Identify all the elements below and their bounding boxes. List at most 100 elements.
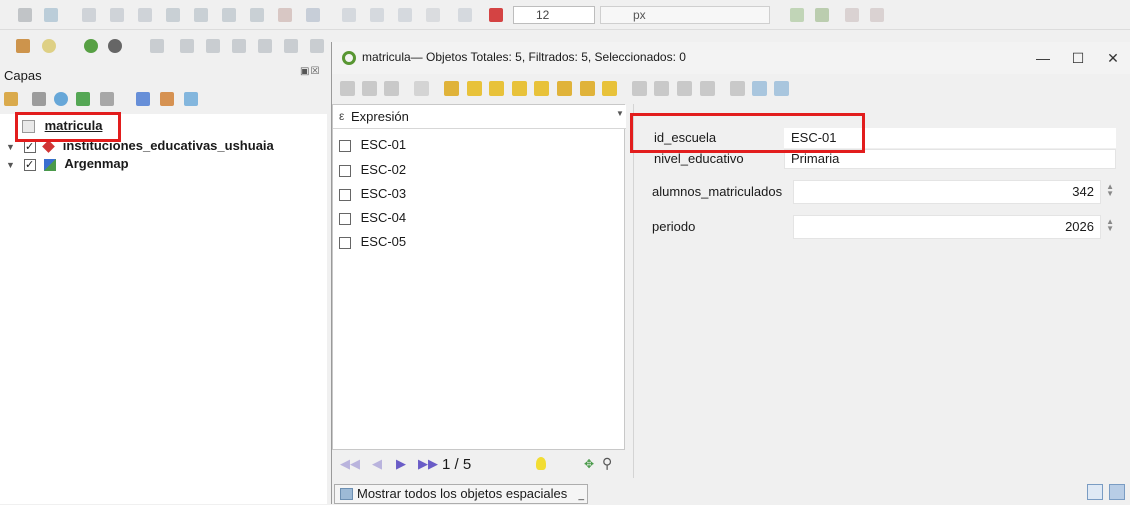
feature-checkbox[interactable]: [339, 188, 351, 201]
remove-layer-icon[interactable]: [184, 92, 198, 106]
toolbar-icon-13[interactable]: [370, 8, 384, 22]
chevron-down-icon[interactable]: ▼: [6, 160, 15, 170]
highlight-bulb-icon[interactable]: [536, 457, 546, 470]
field-calculator-icon[interactable]: [677, 81, 692, 96]
expression-header[interactable]: ε Expresión ▼: [333, 105, 626, 129]
search-zoom-icon[interactable]: [752, 81, 767, 96]
run-icon[interactable]: [84, 39, 98, 53]
toolbar-icon-20[interactable]: [870, 8, 884, 22]
chevron-down-icon[interactable]: ▼: [6, 142, 15, 152]
layer-props-icon[interactable]: [16, 39, 30, 53]
last-feature-icon[interactable]: ▶▶: [418, 456, 438, 472]
next-feature-icon[interactable]: ▶: [396, 456, 406, 472]
close-button[interactable]: ✕: [1098, 48, 1128, 68]
dropdown-indicator[interactable]: ​_: [578, 487, 584, 505]
table-view-icon[interactable]: [1109, 484, 1125, 500]
chevron-down-icon[interactable]: ▼: [616, 109, 624, 118]
expand-all-icon[interactable]: [136, 92, 150, 106]
toolbar-icon-c[interactable]: [206, 39, 220, 53]
qgis-logo-icon: [342, 51, 356, 65]
feature-checkbox[interactable]: [339, 236, 351, 249]
show-all-features-button[interactable]: Mostrar todos los objetos espaciales ​_: [334, 484, 588, 504]
toolbar-icon-14[interactable]: [398, 8, 412, 22]
dock-icon[interactable]: [730, 81, 745, 96]
layer-checkbox[interactable]: ✓: [23, 158, 36, 171]
expression-select-icon[interactable]: [444, 81, 459, 96]
toolbar-icon-19[interactable]: [845, 8, 859, 22]
toolbar-icon-g[interactable]: [310, 39, 324, 53]
toolbar-icon-e[interactable]: [258, 39, 272, 53]
list-item[interactable]: ESC-03: [339, 183, 406, 205]
toolbar-icon-9[interactable]: [250, 8, 264, 22]
zoom-to-icon[interactable]: [602, 81, 617, 96]
list-item[interactable]: ESC-05: [339, 231, 406, 253]
expression-filter-icon[interactable]: [100, 92, 114, 106]
toolbar-icon-12[interactable]: [342, 8, 356, 22]
toolbar-icon-10[interactable]: [278, 8, 292, 22]
unit-select[interactable]: px: [600, 6, 770, 24]
copy-icon[interactable]: [632, 81, 647, 96]
pan-to-icon[interactable]: [580, 81, 595, 96]
label-tool-icon[interactable]: [489, 8, 503, 22]
spinbox-arrows-icon[interactable]: ▲ ▼: [1106, 218, 1114, 233]
form-view-icon[interactable]: [1087, 484, 1103, 500]
list-item[interactable]: ESC-04: [339, 207, 406, 229]
deselect-icon[interactable]: [512, 81, 527, 96]
font-size-input[interactable]: 12: [513, 6, 595, 24]
sun-icon[interactable]: [42, 39, 56, 53]
select-all-icon[interactable]: [467, 81, 482, 96]
spinbox-arrows-icon[interactable]: ▲ ▼: [1106, 183, 1114, 198]
delete-icon[interactable]: [414, 81, 429, 96]
toolbar-icon-d[interactable]: [232, 39, 246, 53]
filter-icon[interactable]: [76, 92, 90, 106]
toolbar-icon-5[interactable]: [138, 8, 152, 22]
toolbar-icon-18[interactable]: [815, 8, 829, 22]
add-group-icon[interactable]: [32, 92, 46, 106]
periodo-field[interactable]: 2026 ▲ ▼: [793, 215, 1114, 239]
feature-checkbox[interactable]: [339, 139, 351, 152]
list-item[interactable]: ESC-02: [339, 159, 406, 181]
paste-icon[interactable]: [654, 81, 669, 96]
layer-checkbox[interactable]: ✓: [23, 140, 36, 153]
multi-edit-icon[interactable]: [362, 81, 377, 96]
toolbar-icon-2[interactable]: [44, 8, 58, 22]
style-icon[interactable]: [4, 92, 18, 106]
maximize-button[interactable]: ☐: [1063, 48, 1093, 68]
pan-to-feature-icon[interactable]: ✥: [584, 457, 594, 471]
invert-selection-icon[interactable]: [489, 81, 504, 96]
previous-feature-icon[interactable]: ◀: [372, 456, 382, 472]
toolbar-icon-6[interactable]: [166, 8, 180, 22]
eye-icon[interactable]: [54, 92, 68, 106]
zoom-to-feature-icon[interactable]: ⚲: [602, 455, 612, 472]
toolbar-icon-4[interactable]: [110, 8, 124, 22]
toolbar-icon-7[interactable]: [194, 8, 208, 22]
toolbar-icon-3[interactable]: [82, 8, 96, 22]
toolbar-icon-11[interactable]: [306, 8, 320, 22]
alumnos-matriculados-field[interactable]: 342 ▲ ▼: [793, 180, 1114, 204]
conditional-format-icon[interactable]: [700, 81, 715, 96]
toolbar-icon-16[interactable]: [458, 8, 472, 22]
field-label-periodo: periodo: [652, 219, 696, 234]
collapse-all-icon[interactable]: [160, 92, 174, 106]
first-feature-icon[interactable]: ◀◀: [340, 456, 360, 472]
move-selection-top-icon[interactable]: [557, 81, 572, 96]
navigation-bar: ◀◀ ◀ ▶ ▶▶ 1 / 5 ✥ ⚲: [332, 452, 625, 478]
gear-icon[interactable]: [108, 39, 122, 53]
panel-float-close-icons[interactable]: ▣☒: [300, 66, 320, 77]
toolbar-icon-17[interactable]: [790, 8, 804, 22]
filter-icon[interactable]: [534, 81, 549, 96]
layer-item-argenmap[interactable]: ▼ ✓ Argenmap: [6, 154, 129, 174]
toolbar-icon-f[interactable]: [284, 39, 298, 53]
toolbar-icon-b[interactable]: [180, 39, 194, 53]
toolbar-icon-1[interactable]: [18, 8, 32, 22]
toolbar-icon-8[interactable]: [222, 8, 236, 22]
toolbar-icon-a[interactable]: [150, 39, 164, 53]
table-view-icon[interactable]: [774, 81, 789, 96]
edit-pencil-icon[interactable]: [340, 81, 355, 96]
minimize-button[interactable]: —: [1028, 48, 1058, 68]
save-icon[interactable]: [384, 81, 399, 96]
feature-checkbox[interactable]: [339, 212, 351, 225]
feature-checkbox[interactable]: [339, 164, 351, 177]
list-item[interactable]: ESC-01: [339, 134, 406, 156]
toolbar-icon-15[interactable]: [426, 8, 440, 22]
